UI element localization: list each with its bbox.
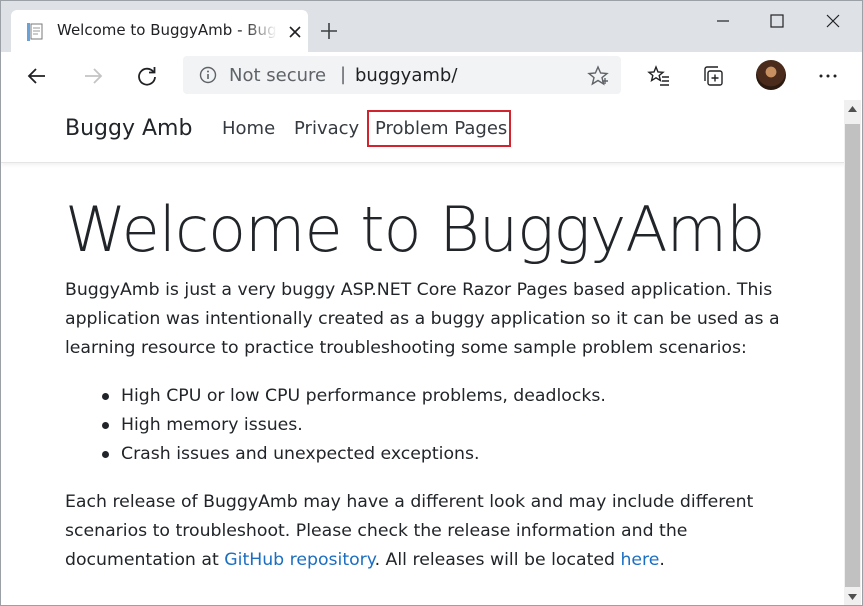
security-status: Not secure [229, 65, 327, 86]
release-text: . [659, 550, 665, 570]
address-bar[interactable]: Not secure | buggyamb/ [183, 56, 621, 94]
vertical-scrollbar[interactable] [844, 100, 861, 605]
list-item: Crash issues and unexpected exceptions. [102, 440, 761, 469]
scrollbar-thumb[interactable] [845, 124, 860, 587]
collections-icon[interactable] [700, 62, 728, 90]
more-icon[interactable] [814, 62, 842, 90]
avatar[interactable] [756, 60, 786, 90]
url-text[interactable]: buggyamb/ [355, 65, 457, 86]
issue-list: High CPU or low CPU performance problems… [102, 382, 761, 469]
github-repository-link[interactable]: GitHub repository [224, 550, 374, 570]
close-icon[interactable] [285, 22, 305, 42]
release-paragraph: Each release of BuggyAmb may have a diff… [65, 488, 785, 575]
info-icon[interactable] [199, 66, 217, 84]
nav-privacy[interactable]: Privacy [294, 118, 359, 139]
browser-tab[interactable]: Welcome to BuggyAmb - BuggyAmb [11, 10, 308, 53]
list-item: High memory issues. [102, 411, 761, 440]
plus-icon[interactable] [317, 19, 341, 43]
maximize-icon[interactable] [763, 9, 791, 33]
browser-toolbar: Not secure | buggyamb/ [0, 52, 863, 100]
nav-problem-pages[interactable]: Problem Pages [375, 118, 507, 139]
forward-arrow-icon[interactable] [79, 62, 107, 90]
scroll-up-arrow-icon[interactable] [844, 100, 861, 117]
page-viewport: Buggy Amb Home Privacy Problem Pages Wel… [0, 100, 863, 606]
site-brand[interactable]: Buggy Amb [65, 116, 192, 141]
tab-strip: Welcome to BuggyAmb - BuggyAmb [0, 0, 863, 53]
site-navbar: Buggy Amb Home Privacy Problem Pages [1, 100, 846, 163]
releases-here-link[interactable]: here [620, 550, 659, 570]
list-item: High CPU or low CPU performance problems… [102, 382, 761, 411]
page-title: Welcome to BuggyAmb [65, 193, 765, 266]
page-icon [25, 22, 45, 42]
back-arrow-icon[interactable] [23, 62, 51, 90]
star-icon[interactable] [587, 65, 609, 87]
window-close-icon[interactable] [819, 9, 847, 33]
main-content: Welcome to BuggyAmb BuggyAmb is just a v… [65, 192, 785, 570]
nav-home[interactable]: Home [222, 118, 275, 139]
release-text: . All releases will be located [374, 550, 621, 570]
address-separator: | [340, 64, 347, 85]
intro-paragraph: BuggyAmb is just a very buggy ASP.NET Co… [65, 280, 780, 358]
minimize-icon[interactable] [709, 9, 737, 33]
tab-title: Welcome to BuggyAmb - BuggyAmb [57, 21, 277, 39]
refresh-icon[interactable] [133, 62, 161, 90]
favorites-list-icon[interactable] [645, 62, 673, 90]
scroll-down-arrow-icon[interactable] [844, 588, 861, 605]
